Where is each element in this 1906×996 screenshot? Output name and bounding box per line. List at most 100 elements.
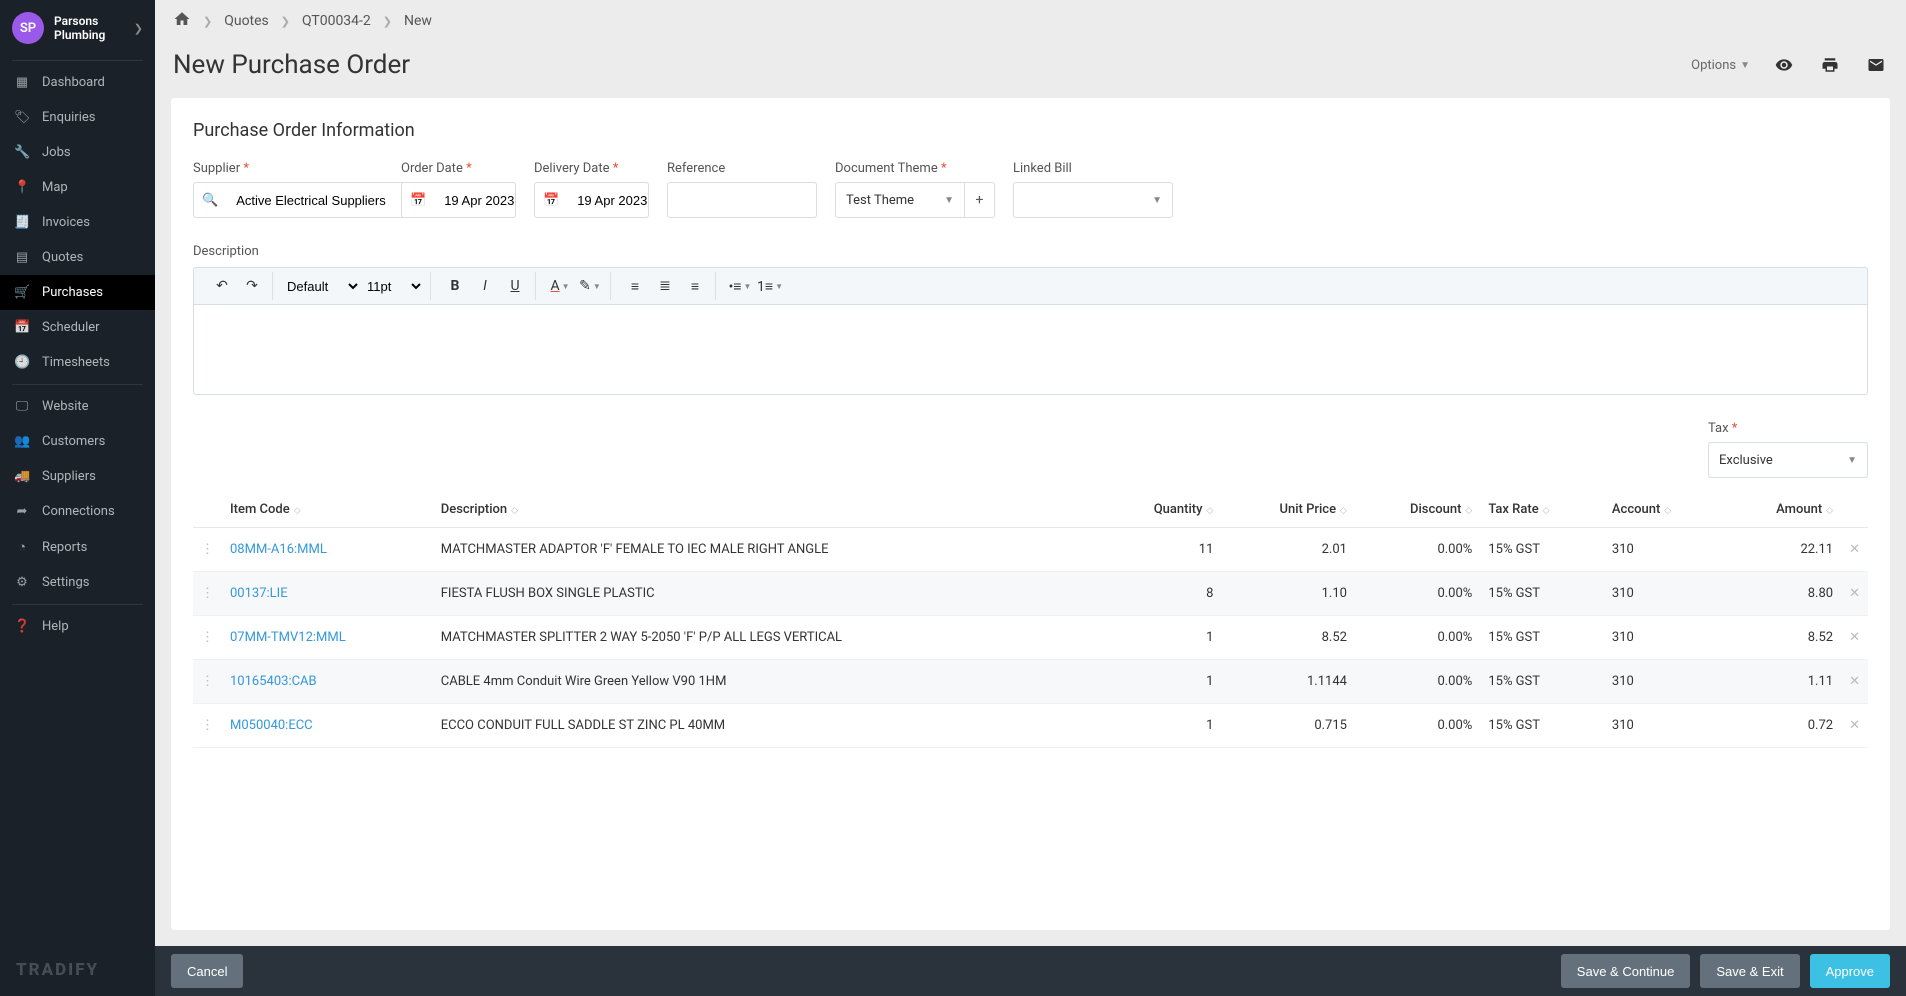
item-code-cell[interactable]: M050040:ECC — [222, 704, 433, 748]
sidebar-item-dashboard[interactable]: ▦Dashboard — [0, 65, 155, 100]
sidebar-item-customers[interactable]: 👥Customers — [0, 424, 155, 459]
number-list-button[interactable]: 1≡▼ — [756, 272, 784, 300]
supplier-input[interactable]: 🔍 — [193, 182, 423, 218]
sidebar-item-website[interactable]: 🖵Website — [0, 389, 155, 424]
col-amount[interactable]: Amount◇ — [1724, 492, 1841, 528]
quantity-cell[interactable]: 8 — [1100, 572, 1221, 616]
bold-button[interactable]: B — [441, 272, 469, 300]
col-tax-rate[interactable]: Tax Rate◇ — [1480, 492, 1604, 528]
account-cell[interactable]: 310 — [1604, 528, 1724, 572]
sidebar-item-reports[interactable]: ◔Reports — [0, 529, 155, 565]
sidebar-item-suppliers[interactable]: 🚚Suppliers — [0, 459, 155, 494]
tax-rate-cell[interactable]: 15% GST — [1480, 660, 1604, 704]
sidebar-item-timesheets[interactable]: 🕘Timesheets — [0, 345, 155, 380]
save-exit-button[interactable]: Save & Exit — [1700, 954, 1799, 988]
tax-select[interactable]: Exclusive▼ — [1708, 442, 1868, 478]
add-theme-button[interactable]: + — [965, 182, 995, 218]
table-row[interactable]: ⋮00137:LIEFIESTA FLUSH BOX SINGLE PLASTI… — [193, 572, 1868, 616]
description-cell[interactable]: ECCO CONDUIT FULL SADDLE ST ZINC PL 40MM — [433, 704, 1101, 748]
discount-cell[interactable]: 0.00% — [1355, 660, 1480, 704]
email-button[interactable] — [1864, 53, 1888, 77]
reference-input[interactable] — [667, 182, 817, 218]
tax-rate-cell[interactable]: 15% GST — [1480, 572, 1604, 616]
col-discount[interactable]: Discount◇ — [1355, 492, 1480, 528]
unit-price-cell[interactable]: 2.01 — [1221, 528, 1355, 572]
row-delete-button[interactable]: ✕ — [1841, 704, 1868, 748]
account-cell[interactable]: 310 — [1604, 660, 1724, 704]
discount-cell[interactable]: 0.00% — [1355, 616, 1480, 660]
tax-rate-cell[interactable]: 15% GST — [1480, 616, 1604, 660]
col-unit-price[interactable]: Unit Price◇ — [1221, 492, 1355, 528]
row-drag-handle[interactable]: ⋮ — [193, 616, 222, 660]
bullet-list-button[interactable]: •≡▼ — [726, 272, 754, 300]
row-drag-handle[interactable]: ⋮ — [193, 528, 222, 572]
unit-price-cell[interactable]: 1.1144 — [1221, 660, 1355, 704]
row-drag-handle[interactable]: ⋮ — [193, 572, 222, 616]
sidebar-item-help[interactable]: ❓Help — [0, 609, 155, 644]
highlight-button[interactable]: ✎▼ — [576, 272, 604, 300]
italic-button[interactable]: I — [471, 272, 499, 300]
sidebar-item-quotes[interactable]: ▤Quotes — [0, 240, 155, 275]
print-button[interactable] — [1818, 53, 1842, 77]
sidebar-item-jobs[interactable]: 🔧Jobs — [0, 135, 155, 170]
undo-button[interactable]: ↶ — [208, 272, 236, 300]
linked-bill-select[interactable]: ▼ — [1013, 182, 1173, 218]
unit-price-cell[interactable]: 1.10 — [1221, 572, 1355, 616]
table-row[interactable]: ⋮10165403:CABCABLE 4mm Conduit Wire Gree… — [193, 660, 1868, 704]
sidebar-item-connections[interactable]: ➦Connections — [0, 494, 155, 529]
font-family-select[interactable]: Default — [283, 272, 361, 300]
save-continue-button[interactable]: Save & Continue — [1561, 954, 1691, 988]
sidebar-item-map[interactable]: 📍Map — [0, 170, 155, 205]
table-row[interactable]: ⋮07MM-TMV12:MMLMATCHMASTER SPLITTER 2 WA… — [193, 616, 1868, 660]
document-theme-select[interactable]: Test Theme▼ — [835, 182, 965, 218]
col-quantity[interactable]: Quantity◇ — [1100, 492, 1221, 528]
align-right-button[interactable]: ≡ — [681, 272, 709, 300]
account-cell[interactable]: 310 — [1604, 572, 1724, 616]
quantity-cell[interactable]: 1 — [1100, 704, 1221, 748]
quantity-cell[interactable]: 1 — [1100, 660, 1221, 704]
table-row[interactable]: ⋮08MM-A16:MMLMATCHMASTER ADAPTOR 'F' FEM… — [193, 528, 1868, 572]
breadcrumb-quote-number[interactable]: QT00034-2 — [302, 13, 371, 29]
item-code-cell[interactable]: 00137:LIE — [222, 572, 433, 616]
sidebar-item-purchases[interactable]: 🛒Purchases — [0, 275, 155, 310]
table-row[interactable]: ⋮M050040:ECCECCO CONDUIT FULL SADDLE ST … — [193, 704, 1868, 748]
sidebar-item-settings[interactable]: ⚙Settings — [0, 565, 155, 600]
description-cell[interactable]: MATCHMASTER ADAPTOR 'F' FEMALE TO IEC MA… — [433, 528, 1101, 572]
breadcrumb-home[interactable] — [173, 10, 191, 32]
row-delete-button[interactable]: ✕ — [1841, 528, 1868, 572]
row-delete-button[interactable]: ✕ — [1841, 660, 1868, 704]
preview-button[interactable] — [1772, 53, 1796, 77]
discount-cell[interactable]: 0.00% — [1355, 704, 1480, 748]
tax-rate-cell[interactable]: 15% GST — [1480, 704, 1604, 748]
description-cell[interactable]: MATCHMASTER SPLITTER 2 WAY 5-2050 'F' P/… — [433, 616, 1101, 660]
options-dropdown[interactable]: Options ▼ — [1691, 58, 1750, 73]
col-account[interactable]: Account◇ — [1604, 492, 1724, 528]
col-item-code[interactable]: Item Code◇ — [222, 492, 433, 528]
company-switcher[interactable]: SP ParsonsPlumbing ❯ — [0, 0, 155, 56]
description-cell[interactable]: CABLE 4mm Conduit Wire Green Yellow V90 … — [433, 660, 1101, 704]
account-cell[interactable]: 310 — [1604, 704, 1724, 748]
tax-rate-cell[interactable]: 15% GST — [1480, 528, 1604, 572]
unit-price-cell[interactable]: 8.52 — [1221, 616, 1355, 660]
item-code-cell[interactable]: 08MM-A16:MML — [222, 528, 433, 572]
sidebar-item-scheduler[interactable]: 📅Scheduler — [0, 310, 155, 345]
align-center-button[interactable]: ≣ — [651, 272, 679, 300]
quantity-cell[interactable]: 1 — [1100, 616, 1221, 660]
cancel-button[interactable]: Cancel — [171, 954, 243, 988]
description-editor[interactable] — [193, 305, 1868, 395]
row-delete-button[interactable]: ✕ — [1841, 616, 1868, 660]
sidebar-item-enquiries[interactable]: 🏷Enquiries — [0, 100, 155, 135]
approve-button[interactable]: Approve — [1810, 954, 1890, 988]
discount-cell[interactable]: 0.00% — [1355, 572, 1480, 616]
delivery-date-input[interactable]: 📅 — [534, 182, 649, 218]
underline-button[interactable]: U — [501, 272, 529, 300]
row-delete-button[interactable]: ✕ — [1841, 572, 1868, 616]
description-cell[interactable]: FIESTA FLUSH BOX SINGLE PLASTIC — [433, 572, 1101, 616]
text-color-button[interactable]: A▼ — [546, 272, 574, 300]
col-description[interactable]: Description◇ — [433, 492, 1101, 528]
item-code-cell[interactable]: 10165403:CAB — [222, 660, 433, 704]
row-drag-handle[interactable]: ⋮ — [193, 660, 222, 704]
quantity-cell[interactable]: 11 — [1100, 528, 1221, 572]
row-drag-handle[interactable]: ⋮ — [193, 704, 222, 748]
account-cell[interactable]: 310 — [1604, 616, 1724, 660]
